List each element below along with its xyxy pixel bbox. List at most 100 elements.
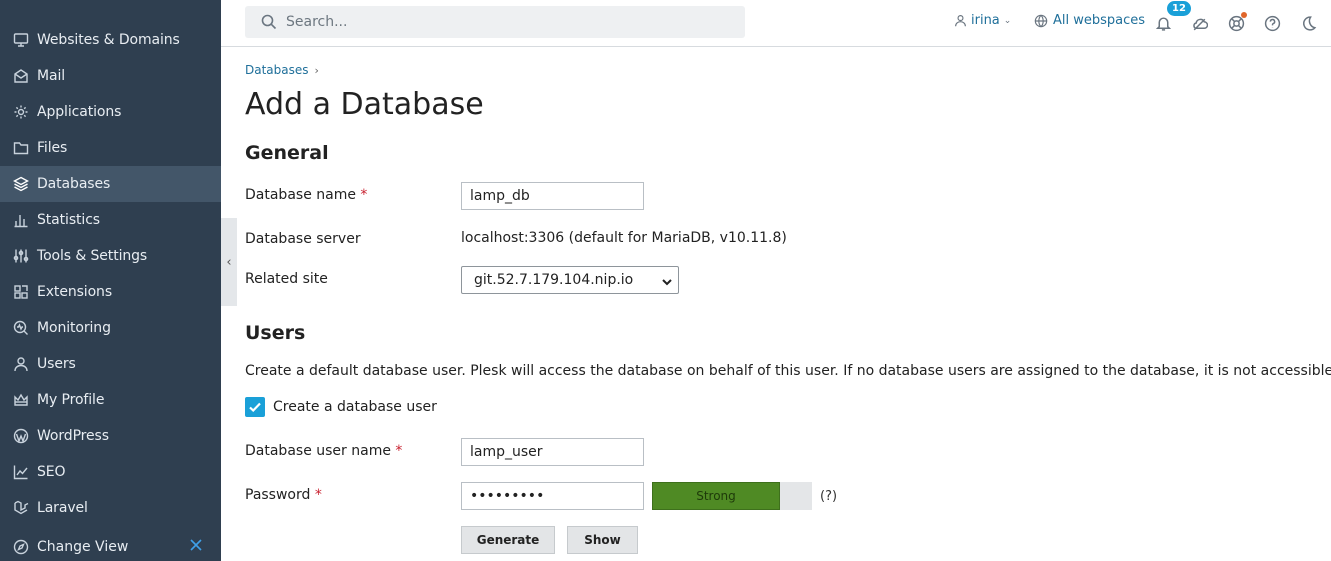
cloud-button[interactable]: [1189, 13, 1209, 33]
sidebar-item-label: Websites & Domains: [37, 32, 180, 48]
sidebar-item-laravel[interactable]: Laravel: [0, 490, 221, 526]
required-marker: *: [360, 187, 368, 203]
sidebar-item-wordpress[interactable]: WordPress: [0, 418, 221, 454]
create-user-label: Create a database user: [273, 399, 437, 415]
bell-icon: [1155, 16, 1171, 31]
user-icon: [955, 15, 966, 27]
notifications-button[interactable]: [1153, 13, 1173, 33]
sidebar-item-websites-domains[interactable]: Websites & Domains: [0, 22, 221, 58]
support-status-dot: [1241, 12, 1247, 18]
sidebar-item-label: Users: [37, 356, 76, 372]
logo-icon: [10, 0, 38, 4]
db-server-value: localhost:3306 (default for MariaDB, v10…: [461, 230, 787, 246]
sidebar-item-label: Databases: [37, 176, 111, 192]
compass-icon: [12, 538, 30, 556]
topbar: irina ⌄ All webspaces 12: [221, 0, 1331, 47]
sidebar-item-extensions[interactable]: Extensions: [0, 274, 221, 310]
sidebar-item-label: Mail: [37, 68, 66, 84]
laravel-icon: [12, 499, 30, 517]
bar-chart-icon: [12, 211, 30, 229]
show-button[interactable]: Show: [567, 526, 638, 554]
password-label-text: Password: [245, 487, 311, 503]
sidebar-item-label: Statistics: [37, 212, 100, 228]
sidebar-item-label: My Profile: [37, 392, 105, 408]
password-help-link[interactable]: (?): [820, 489, 837, 504]
webspaces-label: All webspaces: [1053, 13, 1146, 28]
related-site-select[interactable]: git.52.7.179.104.nip.io: [461, 266, 679, 294]
breadcrumb: Databases ›: [245, 63, 319, 77]
crown-icon: [12, 391, 30, 409]
chevron-down-icon: [662, 275, 672, 286]
seo-chart-icon: [12, 463, 30, 481]
monitor-icon: [12, 31, 30, 49]
sidebar-item-users[interactable]: Users: [0, 346, 221, 382]
create-user-row[interactable]: Create a database user: [245, 397, 437, 417]
sidebar-item-label: Monitoring: [37, 320, 111, 336]
breadcrumb-separator: ›: [314, 63, 319, 77]
sidebar-item-label: Extensions: [37, 284, 113, 300]
related-site-selected: git.52.7.179.104.nip.io: [474, 272, 634, 288]
grid-icon: [12, 283, 30, 301]
section-heading-users: Users: [245, 322, 306, 344]
sidebar-item-applications[interactable]: Applications: [0, 94, 221, 130]
password-input[interactable]: [461, 482, 644, 510]
users-description: Create a default database user. Plesk wi…: [245, 363, 1331, 379]
db-user-input[interactable]: [461, 438, 644, 466]
sidebar: Websites & Domains Mail Applications Fil…: [0, 0, 221, 561]
layers-icon: [12, 175, 30, 193]
sidebar-item-mail[interactable]: Mail: [0, 58, 221, 94]
related-site-label: Related site: [245, 271, 328, 287]
mail-icon: [12, 67, 30, 85]
gear-icon: [12, 103, 30, 121]
folder-icon: [12, 139, 30, 157]
sidebar-item-tools-settings[interactable]: Tools & Settings: [0, 238, 221, 274]
db-name-label-text: Database name: [245, 187, 356, 203]
change-view-label: Change View: [37, 539, 129, 555]
moon-icon: [1302, 15, 1316, 31]
db-name-input[interactable]: [461, 182, 644, 210]
webspaces-selector[interactable]: All webspaces: [1034, 13, 1145, 28]
sidebar-item-statistics[interactable]: Statistics: [0, 202, 221, 238]
chevron-down-icon: ⌄: [1003, 15, 1012, 26]
sidebar-item-label: WordPress: [37, 428, 109, 444]
help-button[interactable]: [1262, 13, 1282, 33]
required-marker: *: [395, 443, 403, 459]
wordpress-icon: [12, 427, 30, 445]
sidebar-collapse-handle[interactable]: ‹: [221, 218, 237, 306]
sidebar-item-databases[interactable]: Databases: [0, 166, 221, 202]
db-name-label: Database name *: [245, 187, 367, 203]
notifications-badge: 12: [1167, 1, 1191, 16]
user-icon: [12, 355, 30, 373]
db-user-label-text: Database user name: [245, 443, 391, 459]
sidebar-item-label: Applications: [37, 104, 122, 120]
password-strength-meter: Strong: [652, 482, 812, 510]
user-menu[interactable]: irina ⌄: [954, 13, 1011, 28]
sidebar-item-seo[interactable]: SEO: [0, 454, 221, 490]
chevron-left-icon: ‹: [226, 254, 232, 270]
sidebar-item-label: Files: [37, 140, 68, 156]
close-icon[interactable]: [190, 539, 204, 553]
db-name-field-wrapper: [461, 182, 644, 210]
user-name: irina: [971, 13, 1000, 28]
sidebar-item-my-profile[interactable]: My Profile: [0, 382, 221, 418]
theme-toggle[interactable]: [1298, 13, 1318, 33]
change-view[interactable]: Change View: [0, 529, 221, 561]
search-bar[interactable]: [245, 6, 745, 38]
related-site-wrapper: git.52.7.179.104.nip.io: [461, 266, 679, 294]
help-icon: [1264, 15, 1280, 31]
create-user-checkbox[interactable]: [245, 397, 265, 417]
search-input[interactable]: [286, 14, 726, 30]
sidebar-item-monitoring[interactable]: Monitoring: [0, 310, 221, 346]
generate-button[interactable]: Generate: [461, 526, 555, 554]
password-strength-fill: Strong: [652, 482, 780, 510]
cloud-icon: [1192, 18, 1208, 30]
search-icon: [261, 14, 277, 30]
sliders-icon: [12, 247, 30, 265]
sidebar-item-files[interactable]: Files: [0, 130, 221, 166]
db-user-label: Database user name *: [245, 443, 402, 459]
sidebar-item-label: Laravel: [37, 500, 88, 516]
page-title: Add a Database: [245, 87, 484, 122]
checkmark-icon: [249, 402, 261, 413]
breadcrumb-link-databases[interactable]: Databases: [245, 63, 309, 77]
sidebar-item-label: SEO: [37, 464, 66, 480]
